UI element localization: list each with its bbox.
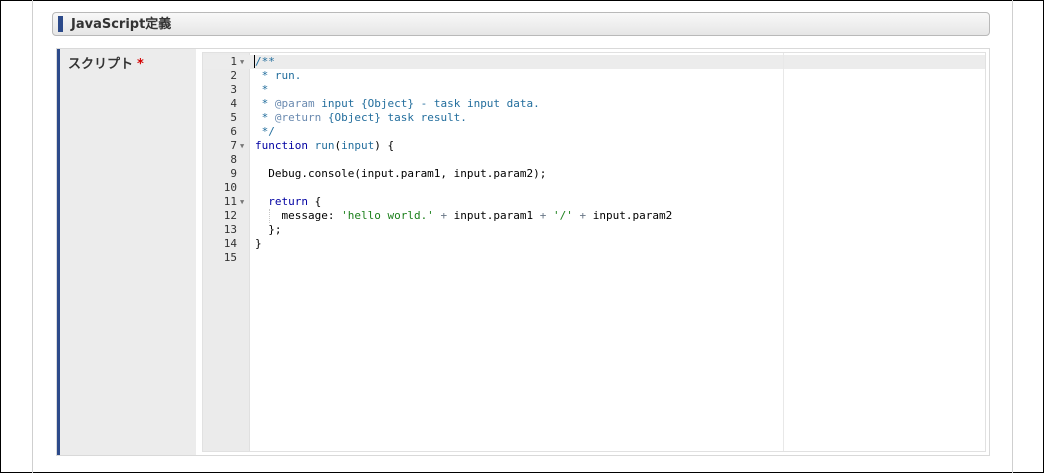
line-number: 2	[230, 69, 237, 82]
code-token: *	[255, 111, 275, 124]
line-number: 15	[223, 251, 237, 264]
code-token: input	[341, 139, 375, 152]
code-token: input.param2	[586, 209, 673, 222]
line-number: 7	[230, 139, 237, 152]
code-text: function run(input) {	[255, 139, 394, 153]
code-text: Debug.console(input.param1, input.param2…	[255, 167, 546, 181]
code-token: ) {	[374, 139, 395, 152]
code-line[interactable]: 10	[203, 181, 985, 195]
script-label: スクリプト *	[68, 53, 144, 72]
code-text: return {	[255, 195, 321, 209]
code-text: }	[255, 237, 262, 251]
code-line[interactable]: 12 message: 'hello world.' + input.param…	[203, 209, 985, 223]
code-text: */	[255, 125, 275, 139]
code-text: *	[255, 83, 269, 97]
code-editor[interactable]: 1 ▼/** 2 * run. 3 * 4 * @param input {Object…	[202, 52, 986, 452]
code-token: input.param1	[447, 209, 540, 222]
code-text: * @return {Object} task result.	[255, 111, 467, 125]
text-cursor	[254, 55, 255, 68]
code-text: };	[255, 223, 282, 237]
code-text: * run.	[255, 69, 302, 83]
code-token: {	[308, 195, 322, 208]
section-header-accent	[58, 16, 63, 32]
line-number: 10	[223, 181, 237, 194]
code-token: }	[255, 237, 262, 250]
code-line[interactable]: 5 * @return {Object} task result.	[203, 111, 985, 125]
code-token: @param	[274, 97, 315, 110]
code-token: message:	[255, 209, 342, 222]
code-token: Debug.console(input.param1, input.param2…	[255, 167, 547, 180]
line-number: 14	[223, 237, 237, 250]
section-title: JavaScript定義	[71, 17, 172, 32]
line-number: 8	[230, 153, 237, 166]
code-token: function	[255, 139, 308, 152]
code-token: };	[255, 223, 282, 236]
code-line[interactable]: 8	[203, 153, 985, 167]
line-number: 4	[230, 97, 237, 110]
code-text: /**	[255, 55, 275, 69]
code-token: @return	[274, 111, 322, 124]
code-lines[interactable]: 1 ▼/** 2 * run. 3 * 4 * @param input {Object…	[203, 55, 985, 265]
line-number: 5	[230, 111, 237, 124]
line-number: 9	[230, 167, 237, 180]
code-text: * @param input {Object} - task input dat…	[255, 97, 540, 111]
code-token: *	[255, 83, 269, 96]
line-number: 1	[230, 55, 237, 68]
script-form-row: スクリプト * 1 ▼/** 2 * run. 3 * 4 * @param input …	[56, 48, 990, 456]
script-label-text: スクリプト	[68, 57, 134, 72]
code-line[interactable]: 14}	[203, 237, 985, 251]
code-token: /**	[255, 55, 275, 68]
code-line[interactable]: 11 ▼ return {	[203, 195, 985, 209]
fold-toggle-icon[interactable]: ▼	[240, 195, 244, 209]
code-token: *	[255, 97, 275, 110]
line-number: 6	[230, 125, 237, 138]
code-token: run	[314, 139, 335, 152]
line-number: 13	[223, 223, 237, 236]
code-token: {Object} task result.	[321, 111, 467, 124]
code-line[interactable]: 2 * run.	[203, 69, 985, 83]
left-divider	[32, 0, 33, 473]
script-label-cell: スクリプト *	[57, 49, 196, 455]
required-mark: *	[137, 57, 144, 72]
line-number: 11	[223, 195, 237, 208]
code-token: 'hello world.'	[341, 209, 434, 222]
fold-toggle-icon[interactable]: ▼	[240, 139, 244, 153]
code-line[interactable]: 3 *	[203, 83, 985, 97]
line-number: 12	[223, 209, 237, 222]
code-token: '/'	[553, 209, 573, 222]
line-number: 3	[230, 83, 237, 96]
code-line[interactable]: 4 * @param input {Object} - task input d…	[203, 97, 985, 111]
code-token: return	[268, 195, 308, 208]
fold-toggle-icon[interactable]: ▼	[240, 55, 244, 69]
code-line[interactable]: 9 Debug.console(input.param1, input.para…	[203, 167, 985, 181]
code-line[interactable]: 7 ▼ function run(input) {	[203, 139, 985, 153]
code-line[interactable]: 6 */	[203, 125, 985, 139]
code-text: message: 'hello world.' + input.param1 +…	[255, 209, 672, 223]
code-token: */	[255, 125, 275, 138]
code-token: * run.	[255, 69, 302, 82]
code-token: input {Object} - task input data.	[314, 97, 540, 110]
code-line[interactable]: 1 ▼ /**	[203, 55, 985, 69]
section-header: JavaScript定義	[52, 12, 990, 36]
code-line[interactable]: 13 };	[203, 223, 985, 237]
code-line[interactable]: 15	[203, 251, 985, 265]
right-divider	[1012, 0, 1013, 473]
